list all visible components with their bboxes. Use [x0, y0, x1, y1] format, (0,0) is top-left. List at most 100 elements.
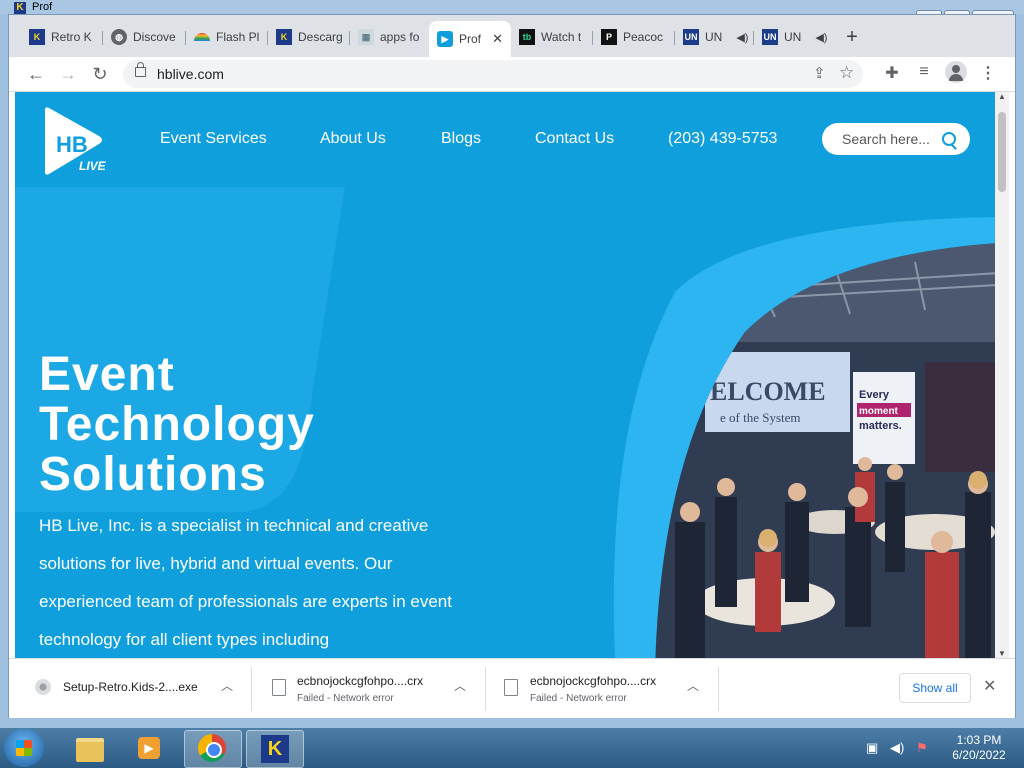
- chrome-taskbar-icon[interactable]: [184, 730, 242, 768]
- clock[interactable]: 1:03 PM 6/20/2022: [944, 733, 1014, 763]
- network-icon[interactable]: ▣: [866, 740, 878, 756]
- url-text[interactable]: hblive.com: [157, 66, 224, 82]
- scroll-up-arrow-icon[interactable]: ▲: [995, 92, 1009, 101]
- tab-label: Retro K: [51, 30, 92, 44]
- retro-kids-icon: K: [29, 29, 45, 45]
- tab-label: Prof: [459, 32, 482, 46]
- window-title: Prof: [32, 1, 53, 13]
- new-tab-button[interactable]: +: [841, 27, 863, 47]
- tab-peacock[interactable]: P Peacoc: [593, 23, 671, 51]
- address-bar[interactable]: hblive.com ⇪ ☆: [123, 60, 863, 88]
- tab-label: Peacoc: [623, 30, 664, 44]
- tab-discover[interactable]: ◍ Discove: [103, 23, 181, 51]
- page-scrollbar[interactable]: ▲ ▼: [995, 92, 1009, 658]
- tab-retro-kids[interactable]: K Retro K: [21, 23, 93, 51]
- clock-date: 6/20/2022: [952, 748, 1006, 762]
- univision-icon: UN: [683, 29, 699, 45]
- chevron-up-icon[interactable]: ︿: [221, 677, 233, 694]
- download-filename: ecbnojockcgfohpo....crx: [297, 674, 424, 688]
- download-bar: Setup-Retro.Kids-2....exe ︿ ecbnojockcgf…: [9, 658, 1015, 718]
- rainbow-icon: [194, 33, 210, 41]
- tab-label: UN: [784, 30, 802, 44]
- tab-hb-live-active[interactable]: ▶ Prof ✕: [429, 21, 511, 57]
- page-viewport: HB LIVE Event Services About Us Blogs Co…: [15, 92, 995, 658]
- window-titlebar: K Prof: [0, 0, 1024, 14]
- download-filename: Setup-Retro.Kids-2....exe: [63, 680, 198, 694]
- hero-title: Event Technology Solutions: [39, 350, 315, 500]
- tab-watch[interactable]: tb Watch t: [511, 23, 589, 51]
- extensions-puzzle-icon[interactable]: ✚: [881, 63, 903, 83]
- tubi-icon: tb: [519, 29, 535, 45]
- download-item[interactable]: ecbnojockcgfohpo....crx Failed - Network…: [486, 659, 718, 718]
- nav-contact-us[interactable]: Contact Us: [535, 130, 614, 148]
- search-input[interactable]: Search here...: [842, 131, 930, 147]
- action-center-icon[interactable]: ⚑: [916, 740, 928, 756]
- tab-apps[interactable]: ▦ apps fo: [350, 23, 428, 51]
- nav-phone[interactable]: (203) 439-5753: [668, 130, 777, 148]
- tab-label: Flash Pl: [216, 30, 260, 44]
- start-button[interactable]: [4, 729, 44, 767]
- close-tab-icon[interactable]: ✕: [492, 31, 503, 47]
- tab-univision-1[interactable]: UN UN ◀): [675, 23, 753, 51]
- tab-strip: K Retro K ◍ Discove Flash Pl K Descarg ▦…: [9, 15, 1015, 57]
- show-all-downloads-button[interactable]: Show all: [899, 673, 971, 703]
- tab-flash-player[interactable]: Flash Pl: [186, 23, 264, 51]
- event-photo: ELCOME e of the System Every moment matt…: [655, 242, 995, 658]
- volume-icon[interactable]: ◀): [890, 740, 904, 756]
- retro-kids-icon: K: [14, 2, 26, 14]
- lock-icon[interactable]: [135, 62, 146, 77]
- clock-time: 1:03 PM: [956, 733, 1002, 747]
- installer-icon: [35, 679, 51, 695]
- hb-live-icon: ▶: [437, 31, 453, 47]
- close-download-bar-icon[interactable]: ✕: [983, 676, 996, 696]
- back-arrow-icon[interactable]: ←: [25, 63, 47, 85]
- explorer-taskbar-icon[interactable]: [62, 730, 118, 766]
- tab-label: apps fo: [380, 30, 420, 44]
- media-player-taskbar-icon[interactable]: ▶: [122, 730, 178, 766]
- media-queue-icon[interactable]: ≡: [913, 63, 935, 81]
- file-icon: [504, 679, 518, 696]
- tab-descarga[interactable]: K Descarg: [268, 23, 346, 51]
- scroll-down-arrow-icon[interactable]: ▼: [995, 649, 1009, 658]
- profile-avatar[interactable]: [945, 61, 967, 83]
- nav-blogs[interactable]: Blogs: [441, 130, 481, 148]
- download-item[interactable]: ecbnojockcgfohpo....crx Failed - Network…: [252, 659, 484, 718]
- photo-screen-text: ELCOME: [710, 377, 826, 406]
- tab-label: Descarg: [298, 30, 343, 44]
- forward-arrow-icon[interactable]: →: [57, 63, 79, 85]
- download-item[interactable]: Setup-Retro.Kids-2....exe ︿: [9, 659, 249, 718]
- audio-icon: ◀): [815, 31, 828, 44]
- browser-window: K Retro K ◍ Discove Flash Pl K Descarg ▦…: [8, 14, 1016, 718]
- scrollbar-thumb[interactable]: [998, 112, 1006, 192]
- retro-kids-icon: K: [276, 29, 292, 45]
- search-icon[interactable]: [942, 132, 956, 146]
- hero-description: HB Live, Inc. is a specialist in technic…: [39, 516, 452, 649]
- logo-sub: LIVE: [79, 159, 107, 173]
- reload-icon[interactable]: ↻: [89, 63, 111, 85]
- hero-title-line: Technology: [39, 398, 315, 451]
- bookmark-star-icon[interactable]: ☆: [839, 63, 854, 83]
- menu-kebab-icon[interactable]: ⋮: [977, 63, 999, 83]
- chevron-up-icon[interactable]: ︿: [454, 677, 466, 694]
- hb-live-logo[interactable]: HB LIVE: [39, 106, 109, 178]
- banner-line: moment: [859, 406, 899, 417]
- retro-kids-taskbar-icon[interactable]: K: [246, 730, 304, 768]
- nav-event-services[interactable]: Event Services: [160, 130, 267, 148]
- banner-line: matters.: [859, 420, 902, 432]
- taskbar: ▶ K ▣ ◀) ⚑ 1:03 PM 6/20/2022: [0, 728, 1024, 768]
- globe-icon: ◍: [111, 29, 127, 45]
- peacock-icon: P: [601, 29, 617, 45]
- tab-label: UN: [705, 30, 723, 44]
- chevron-up-icon[interactable]: ︿: [687, 677, 699, 694]
- tab-univision-2[interactable]: UN UN ◀): [754, 23, 832, 51]
- tab-label: Watch t: [541, 30, 582, 44]
- download-filename: ecbnojockcgfohpo....crx: [530, 674, 657, 688]
- share-icon[interactable]: ⇪: [813, 64, 826, 82]
- photo-screen-sub: e of the System: [720, 410, 801, 425]
- tab-label: Discove: [133, 30, 176, 44]
- site-search[interactable]: Search here...: [822, 123, 970, 155]
- download-separator: [718, 667, 719, 711]
- audio-icon: ◀): [736, 31, 749, 44]
- nav-about-us[interactable]: About Us: [320, 130, 386, 148]
- apps-icon: ▦: [358, 29, 374, 45]
